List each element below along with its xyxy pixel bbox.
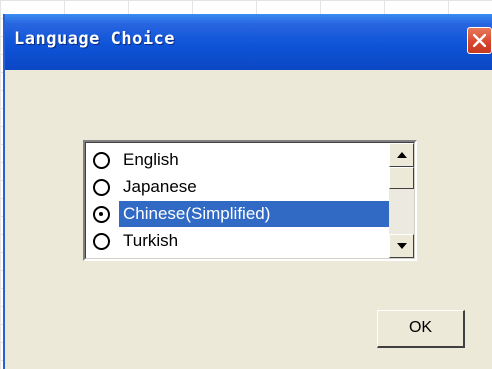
radio-button[interactable]: [93, 152, 110, 169]
language-label: Turkish: [123, 231, 179, 250]
arrow-up-icon: [397, 152, 407, 158]
vertical-scrollbar[interactable]: [389, 143, 414, 258]
scroll-thumb[interactable]: [389, 167, 414, 189]
language-choice-dialog: Language Choice English Japanese Chinese…: [3, 14, 492, 369]
radio-button[interactable]: [93, 233, 110, 250]
close-button[interactable]: [467, 27, 492, 54]
arrow-down-icon: [397, 243, 407, 249]
radio-button-selected[interactable]: [93, 206, 110, 223]
list-item[interactable]: Chinese(Simplified): [86, 200, 392, 228]
title-bar[interactable]: Language Choice: [5, 14, 492, 70]
scroll-up-button[interactable]: [389, 143, 414, 167]
scroll-down-button[interactable]: [389, 234, 414, 258]
language-label: Japanese: [123, 177, 197, 196]
language-label-selected: Chinese(Simplified): [119, 201, 389, 227]
list-item[interactable]: Japanese: [86, 173, 392, 201]
language-label: English: [123, 150, 179, 169]
ok-button[interactable]: OK: [377, 310, 465, 348]
list-item[interactable]: English: [86, 146, 392, 174]
window-title: Language Choice: [14, 29, 176, 49]
close-icon: [473, 34, 486, 47]
radio-button[interactable]: [93, 179, 110, 196]
language-listbox[interactable]: English Japanese Chinese(Simplified) Tur…: [83, 140, 417, 261]
list-item[interactable]: Turkish: [86, 227, 392, 255]
